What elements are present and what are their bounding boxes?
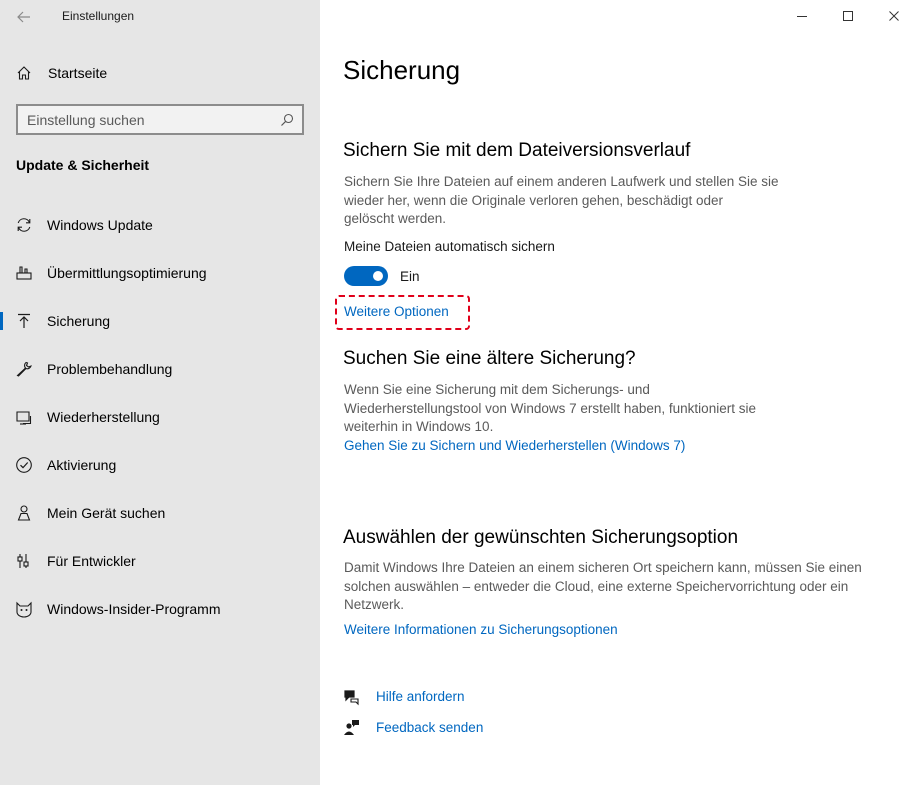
description-line: gelöscht werden. bbox=[344, 211, 447, 226]
main-content: Sicherung Sichern Sie mit dem Dateiversi… bbox=[320, 0, 917, 785]
sidebar-item-label: Für Entwickler bbox=[47, 553, 136, 569]
refresh-icon bbox=[15, 216, 33, 234]
search-icon[interactable] bbox=[279, 112, 295, 128]
home-icon bbox=[16, 65, 32, 81]
recovery-icon bbox=[15, 408, 33, 426]
description-line: Damit Windows Ihre Dateien an einem sich… bbox=[344, 560, 862, 575]
description-line: weiterhin in Windows 10. bbox=[344, 419, 494, 434]
auto-backup-toggle[interactable] bbox=[344, 266, 388, 286]
sidebar-item-recovery[interactable]: Wiederherstellung bbox=[0, 399, 320, 435]
sidebar-item-windows-update[interactable]: Windows Update bbox=[0, 207, 320, 243]
delivery-optimization-icon bbox=[15, 264, 33, 282]
sidebar-item-backup[interactable]: Sicherung bbox=[0, 303, 320, 339]
choose-option-description: Damit Windows Ihre Dateien an einem sich… bbox=[344, 559, 904, 615]
sidebar-item-activation[interactable]: Aktivierung bbox=[0, 447, 320, 483]
sidebar: Einstellungen Startseite Update & Sicher… bbox=[0, 0, 320, 785]
description-line: Wiederherstellungstool von Windows 7 ers… bbox=[344, 400, 756, 416]
sidebar-item-insider[interactable]: Windows-Insider-Programm bbox=[0, 591, 320, 627]
description-line: Sichern Sie Ihre Dateien auf einem ander… bbox=[344, 174, 779, 189]
sidebar-home[interactable]: Startseite bbox=[16, 62, 316, 84]
description-line: Wenn Sie eine Sicherung mit dem Sicherun… bbox=[344, 382, 650, 397]
sidebar-section-title: Update & Sicherheit bbox=[16, 157, 150, 173]
auto-backup-label: Meine Dateien automatisch sichern bbox=[344, 239, 555, 254]
insider-cat-icon bbox=[15, 600, 33, 618]
backup-options-info-link[interactable]: Weitere Informationen zu Sicherungsoptio… bbox=[344, 622, 618, 637]
back-arrow-icon[interactable] bbox=[14, 7, 34, 27]
sidebar-item-label: Mein Gerät suchen bbox=[47, 505, 166, 521]
windows7-backup-link[interactable]: Gehen Sie zu Sichern und Wiederherstelle… bbox=[344, 438, 685, 453]
sidebar-item-label: Übermittlungsoptimierung bbox=[47, 265, 207, 281]
search-box[interactable] bbox=[16, 104, 304, 135]
minimize-icon[interactable] bbox=[790, 6, 814, 26]
toggle-knob bbox=[373, 271, 383, 281]
description-line: Netzwerk. bbox=[344, 597, 405, 612]
sidebar-item-label: Aktivierung bbox=[47, 457, 117, 473]
file-history-heading: Sichern Sie mit dem Dateiversionsverlauf bbox=[343, 140, 691, 161]
older-backup-description: Wenn Sie eine Sicherung mit dem Sicherun… bbox=[344, 381, 884, 437]
active-indicator bbox=[0, 312, 3, 330]
sidebar-item-find-device[interactable]: Mein Gerät suchen bbox=[0, 495, 320, 531]
sidebar-item-label: Wiederherstellung bbox=[47, 409, 160, 425]
file-history-description: Sichern Sie Ihre Dateien auf einem ander… bbox=[344, 173, 884, 229]
toggle-state-label: Ein bbox=[400, 269, 420, 284]
help-link[interactable]: Hilfe anfordern bbox=[376, 689, 465, 704]
choose-option-heading: Auswählen der gewünschten Sicherungsopti… bbox=[343, 527, 739, 548]
check-circle-icon bbox=[15, 456, 33, 474]
feedback-link[interactable]: Feedback senden bbox=[376, 720, 483, 735]
search-input[interactable] bbox=[18, 106, 268, 133]
older-backup-heading: Suchen Sie eine ältere Sicherung? bbox=[343, 348, 636, 369]
page-title: Sicherung bbox=[343, 55, 461, 85]
sidebar-item-troubleshoot[interactable]: Problembehandlung bbox=[0, 351, 320, 387]
close-icon[interactable] bbox=[882, 6, 906, 26]
description-line: solchen auswählen – entweder die Cloud, … bbox=[344, 578, 849, 594]
sidebar-item-label: Windows-Insider-Programm bbox=[47, 601, 221, 617]
person-location-icon bbox=[15, 504, 33, 522]
sidebar-item-label: Windows Update bbox=[47, 217, 153, 233]
app-title: Einstellungen bbox=[62, 9, 135, 23]
sidebar-item-developers[interactable]: Für Entwickler bbox=[0, 543, 320, 579]
sidebar-item-label: Problembehandlung bbox=[47, 361, 173, 377]
description-line: wieder her, wenn die Originale verloren … bbox=[344, 192, 723, 208]
developer-tools-icon bbox=[15, 552, 33, 570]
feedback-person-icon bbox=[343, 718, 361, 736]
sidebar-home-label: Startseite bbox=[48, 65, 108, 81]
more-options-link[interactable]: Weitere Optionen bbox=[344, 304, 449, 319]
backup-arrow-icon bbox=[15, 312, 33, 330]
maximize-icon[interactable] bbox=[836, 6, 860, 26]
wrench-icon bbox=[15, 360, 33, 378]
help-chat-icon bbox=[343, 688, 361, 706]
sidebar-item-label: Sicherung bbox=[47, 313, 111, 329]
sidebar-item-delivery-optimization[interactable]: Übermittlungsoptimierung bbox=[0, 255, 320, 291]
